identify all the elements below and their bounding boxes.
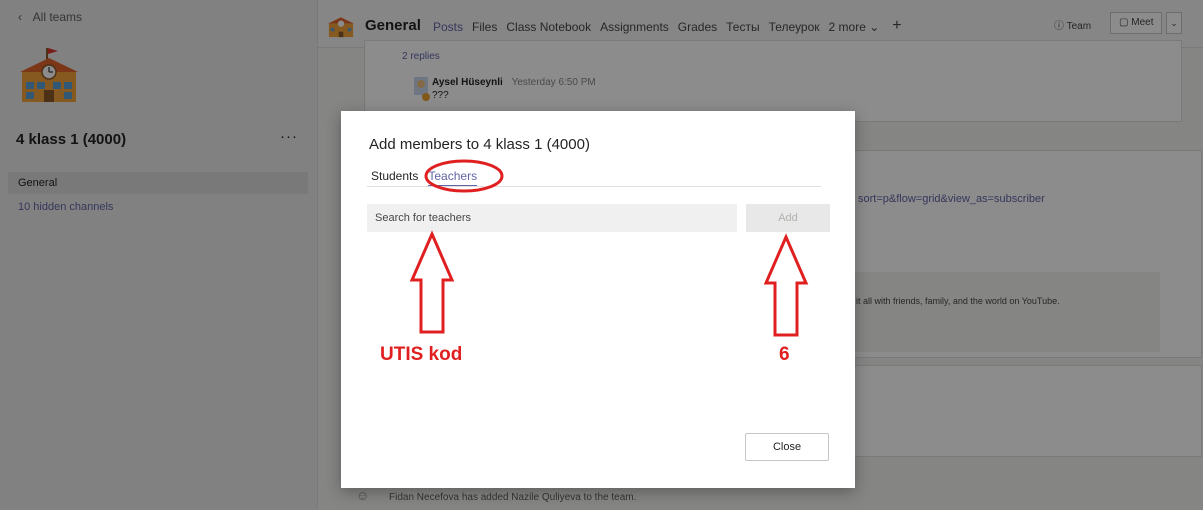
annotation-number-label: 6	[779, 344, 790, 365]
tab-divider	[367, 186, 821, 187]
tab-students[interactable]: Students	[371, 169, 418, 183]
search-teachers-input[interactable]	[367, 204, 737, 232]
annotation-utis-label: UTIS kod	[380, 344, 463, 365]
dialog-title: Add members to 4 klass 1 (4000)	[369, 136, 590, 153]
dialog-tabs: Students Teachers	[371, 169, 477, 187]
close-button[interactable]: Close	[745, 433, 829, 461]
add-members-dialog: Add members to 4 klass 1 (4000) Students…	[341, 111, 855, 488]
tab-teachers[interactable]: Teachers	[428, 169, 477, 187]
add-button[interactable]: Add	[746, 204, 830, 232]
